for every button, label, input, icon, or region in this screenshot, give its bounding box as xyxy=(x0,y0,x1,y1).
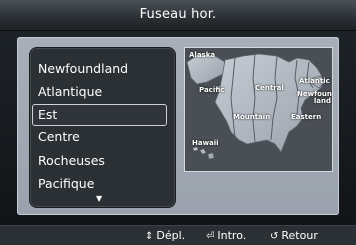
map-label-hawaii: Hawaii xyxy=(192,139,219,147)
list-item-atlantique[interactable]: Atlantique xyxy=(38,82,102,102)
north-america-map-graphic xyxy=(185,48,332,171)
return-icon: ↺ xyxy=(270,231,279,242)
map-label-pacific: Pacific xyxy=(199,86,225,94)
list-item-newfoundland[interactable]: Newfoundland xyxy=(38,59,128,79)
help-back-label: Retour xyxy=(281,229,318,242)
timezone-list: Newfoundland Atlantique Est Centre Roche… xyxy=(29,47,176,208)
help-enter: ⏎ Intro. xyxy=(206,226,246,245)
map-label-newfoundland: Newfound-land xyxy=(297,90,332,105)
help-back: ↺ Retour xyxy=(270,226,318,245)
map-label-alaska: Alaska xyxy=(189,51,216,59)
help-bar: ⇕ Dépl. ⏎ Intro. ↺ Retour xyxy=(0,225,356,245)
up-down-arrow-icon: ⇕ xyxy=(145,231,154,242)
map-label-eastern: Eastern xyxy=(291,113,322,121)
help-enter-label: Intro. xyxy=(217,229,247,242)
help-move: ⇕ Dépl. xyxy=(145,226,185,245)
timezone-screen: Fuseau hor. Newfoundland Atlantique Est … xyxy=(0,0,356,245)
help-move-label: Dépl. xyxy=(156,229,186,242)
map-label-central: Central xyxy=(255,84,284,92)
timezone-panel: Newfoundland Atlantique Est Centre Roche… xyxy=(17,37,339,215)
page-title: Fuseau hor. xyxy=(0,0,356,31)
list-item-est-selected[interactable]: Est xyxy=(32,104,167,126)
map-label-mountain: Mountain xyxy=(233,113,271,121)
map-label-atlantic: Atlantic xyxy=(299,77,330,85)
list-item-rocheuses[interactable]: Rocheuses xyxy=(38,151,105,171)
timezone-map: Alaska Pacific Central Atlantic Newfound… xyxy=(184,47,333,172)
enter-icon: ⏎ xyxy=(206,231,215,242)
list-item-pacifique[interactable]: Pacifique xyxy=(38,174,94,194)
list-item-centre[interactable]: Centre xyxy=(38,127,80,147)
scroll-down-icon[interactable]: ▼ xyxy=(96,194,102,203)
